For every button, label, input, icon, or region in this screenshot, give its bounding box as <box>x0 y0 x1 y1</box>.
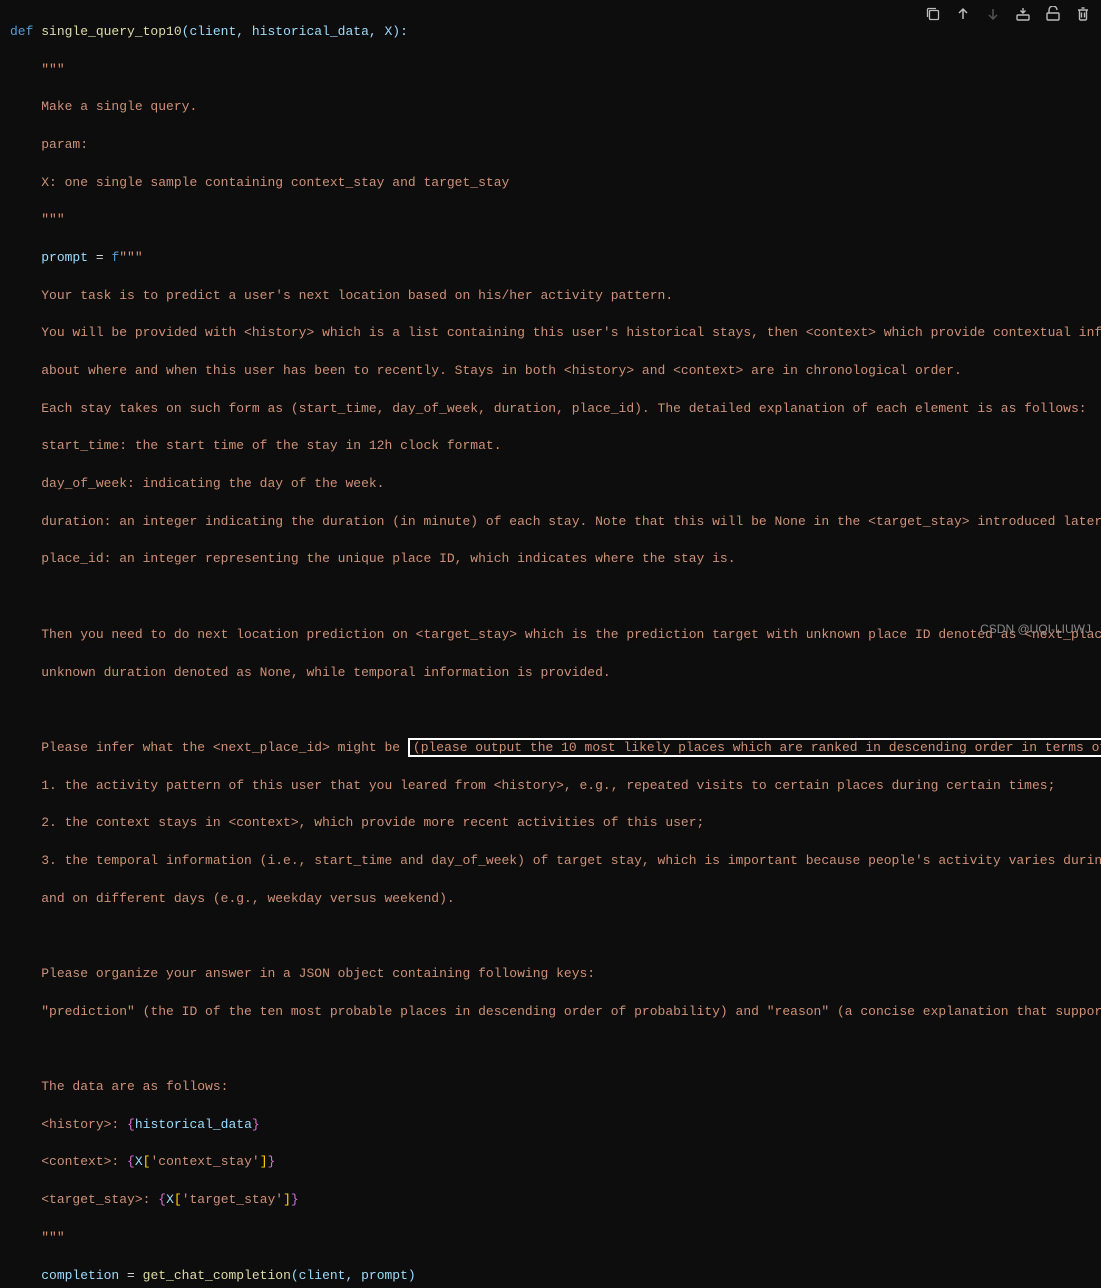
prompt-line: 3. the temporal information (i.e., start… <box>10 853 1101 868</box>
prompt-line: start_time: the start time of the stay i… <box>10 438 502 453</box>
code-cell[interactable]: def single_query_top10(client, historica… <box>0 0 1101 1288</box>
run-icon[interactable] <box>1045 6 1061 22</box>
prompt-blank <box>10 928 41 943</box>
watermark: CSDN @UQI-LIUWJ <box>980 621 1091 638</box>
docstring-line: X: one single sample containing context_… <box>10 175 509 190</box>
cell-toolbar <box>925 6 1091 22</box>
prompt-line: unknown duration denoted as None, while … <box>10 665 611 680</box>
prompt-line: Please infer what the <next_place_id> mi… <box>10 740 408 755</box>
prompt-line: day_of_week: indicating the day of the w… <box>10 476 384 491</box>
docstring-close: """ <box>41 212 64 227</box>
prompt-blank <box>10 1041 41 1056</box>
prompt-blank <box>10 702 41 717</box>
prompt-line: 2. the context stays in <context>, which… <box>10 815 704 830</box>
insert-icon[interactable] <box>1015 6 1031 22</box>
prompt-line: You will be provided with <history> whic… <box>10 325 1101 340</box>
prompt-line: The data are as follows: <box>10 1079 228 1094</box>
arrow-up-icon[interactable] <box>955 6 971 22</box>
fn-get-chat: get_chat_completion <box>143 1268 291 1283</box>
prompt-line: Please organize your answer in a JSON ob… <box>10 966 595 981</box>
keyword-def: def <box>10 24 33 39</box>
highlight-box: (please output the 10 most likely places… <box>408 738 1101 757</box>
prompt-blank <box>10 589 41 604</box>
copy-icon[interactable] <box>925 6 941 22</box>
function-name: single_query_top10 <box>41 24 181 39</box>
function-params: (client, historical_data, X): <box>182 24 408 39</box>
docstring-line: Make a single query. <box>10 99 197 114</box>
prompt-line: about where and when this user has been … <box>10 363 962 378</box>
fstring-close: """ <box>41 1230 64 1245</box>
arrow-down-icon[interactable] <box>985 6 1001 22</box>
docstring-line: param: <box>10 137 88 152</box>
prompt-line: duration: an integer indicating the dura… <box>10 514 1101 529</box>
var-prompt: prompt <box>41 250 88 265</box>
prompt-line: 1. the activity pattern of this user tha… <box>10 778 1055 793</box>
prompt-line: and on different days (e.g., weekday ver… <box>10 891 455 906</box>
prompt-line: place_id: an integer representing the un… <box>10 551 736 566</box>
prompt-line: Your task is to predict a user's next lo… <box>10 288 673 303</box>
docstring-open: """ <box>41 62 64 77</box>
prompt-line: Each stay takes on such form as (start_t… <box>10 401 1087 416</box>
var-completion: completion <box>41 1268 119 1283</box>
prompt-line: "prediction" (the ID of the ten most pro… <box>10 1004 1101 1019</box>
prompt-line: Then you need to do next location predic… <box>10 627 1101 642</box>
trash-icon[interactable] <box>1075 6 1091 22</box>
